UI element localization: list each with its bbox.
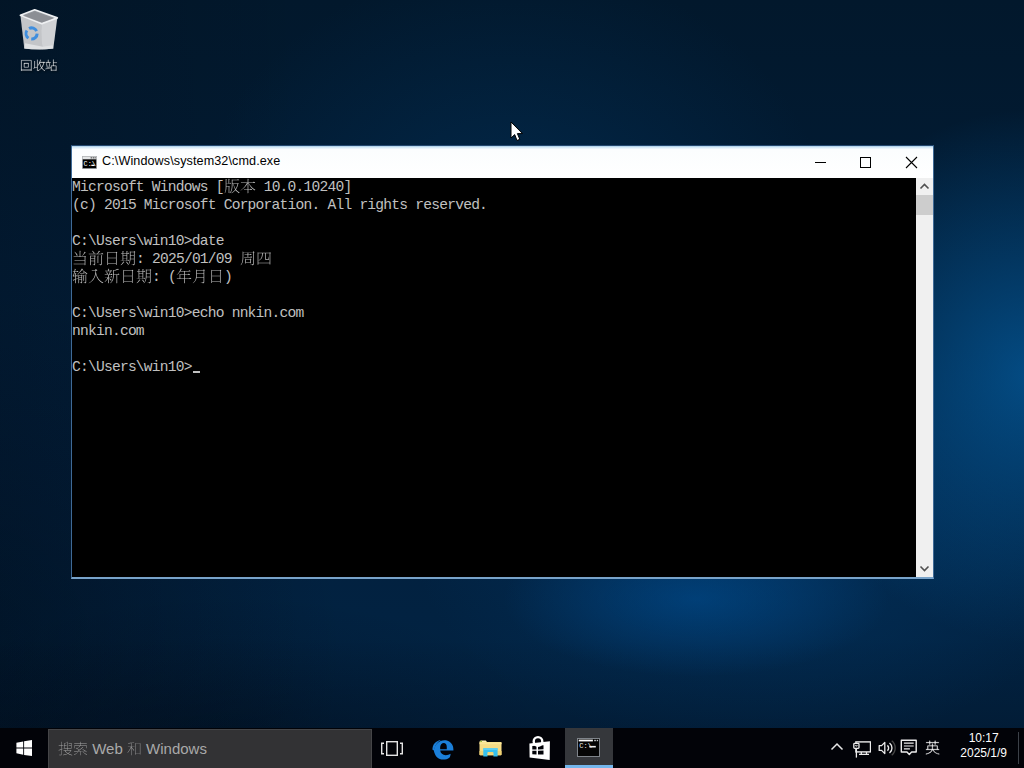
svg-text:C:\: C:\	[579, 742, 592, 750]
svg-text:C:\: C:\	[84, 160, 96, 168]
